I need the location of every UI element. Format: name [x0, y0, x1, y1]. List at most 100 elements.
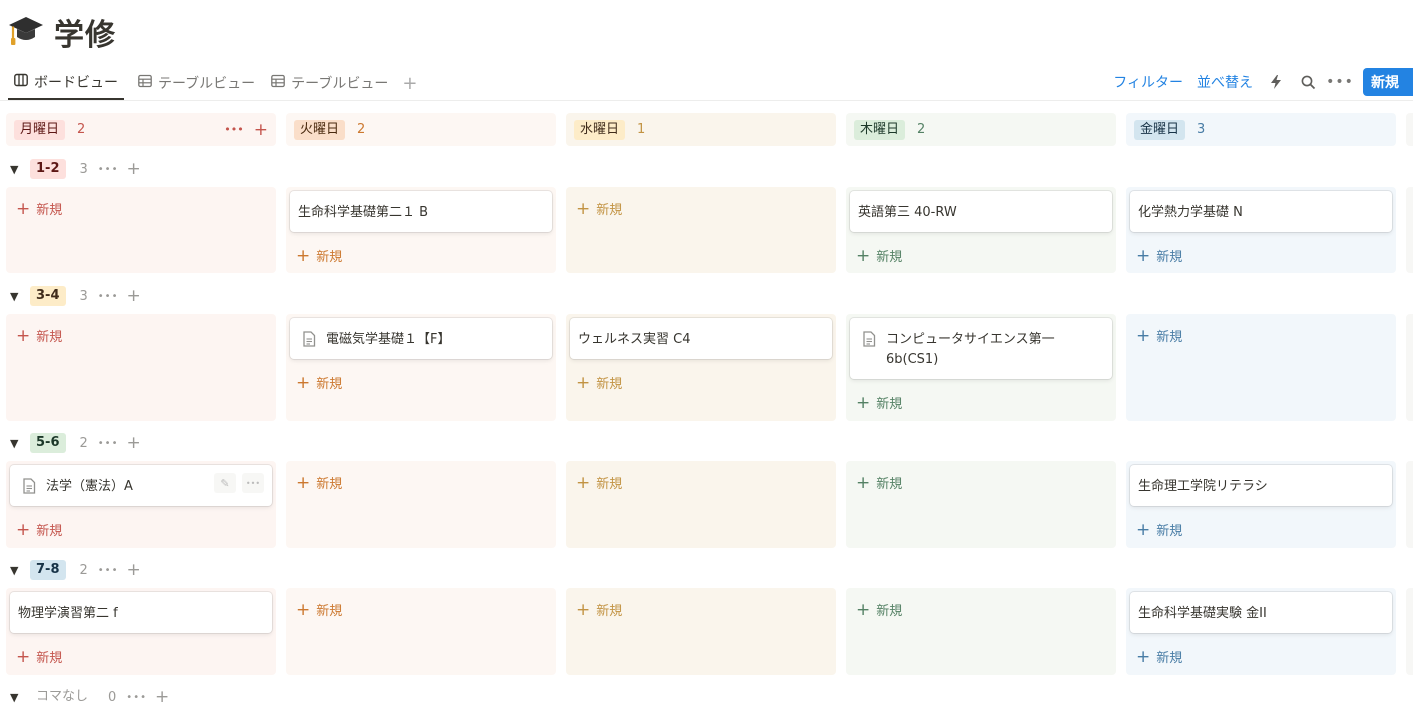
search-icon[interactable] — [1299, 73, 1317, 91]
add-card-button[interactable]: + 新規 — [856, 473, 902, 492]
caret-down-icon[interactable]: ▼ — [10, 163, 26, 176]
caret-down-icon[interactable]: ▼ — [10, 564, 26, 577]
plus-icon: + — [856, 392, 871, 413]
column-header[interactable]: 木曜日 2 — [846, 113, 1116, 146]
add-card-button[interactable]: + 新規 — [1136, 520, 1182, 539]
plus-icon[interactable]: + — [126, 159, 140, 179]
tab-table-view-2[interactable]: テーブルビュー — [265, 66, 394, 100]
more-icon[interactable]: ••• — [98, 438, 119, 449]
card[interactable]: 生命科学基礎第二１ B — [290, 191, 552, 232]
group-header-no-period[interactable]: ▼ コマなし 0 ••• + — [10, 684, 169, 710]
group-count: 2 — [79, 562, 88, 578]
group-header[interactable]: ▼ 5-6 2 ••• + — [10, 430, 141, 456]
plus-icon: + — [16, 646, 31, 667]
tab-label: テーブルビュー — [158, 76, 256, 92]
more-icon[interactable]: ••• — [242, 473, 264, 493]
tab-board-view[interactable]: ボードビュー — [8, 66, 124, 100]
plus-icon: + — [576, 472, 591, 493]
card-title: 法学（憲法）A — [46, 479, 133, 494]
more-icon[interactable]: ••• — [1326, 73, 1353, 91]
group-header[interactable]: ▼ 3-4 3 ••• + — [10, 283, 141, 309]
add-card-button[interactable]: + 新規 — [576, 199, 622, 218]
add-card-button[interactable]: + 新規 — [16, 647, 62, 666]
tab-table-view-1[interactable]: テーブルビュー — [132, 66, 261, 100]
card[interactable]: 法学（憲法）A ✎ ••• — [10, 465, 272, 506]
filter-button[interactable]: フィルター — [1113, 72, 1183, 92]
new-button[interactable]: 新規 — [1363, 68, 1413, 96]
plus-icon[interactable]: + — [126, 286, 140, 306]
add-card-button[interactable]: + 新規 — [16, 520, 62, 539]
add-card-button[interactable]: + 新規 — [16, 199, 62, 218]
add-card-button[interactable]: + 新規 — [16, 326, 62, 345]
more-icon[interactable]: ••• — [98, 291, 119, 302]
toolbar: フィルター 並べ替え ••• 新規 — [1113, 68, 1413, 96]
more-icon[interactable]: ••• — [126, 692, 147, 703]
board-cell: 生命科学基礎第二１ B + 新規 — [286, 187, 556, 273]
add-card-label: 新規 — [596, 604, 623, 619]
group-header[interactable]: ▼ 7-8 2 ••• + — [10, 557, 141, 583]
caret-down-icon[interactable]: ▼ — [10, 691, 26, 704]
card[interactable]: 化学熱力学基礎 N — [1130, 191, 1392, 232]
add-card-button[interactable]: + 新規 — [296, 473, 342, 492]
add-card-button[interactable]: + 新規 — [856, 246, 902, 265]
plus-icon[interactable]: + — [254, 120, 268, 140]
plus-icon[interactable]: + — [126, 560, 140, 580]
card-title: 生命科学基礎実験 金II — [1138, 606, 1267, 621]
add-card-button[interactable]: + 新規 — [296, 600, 342, 619]
column-header[interactable]: 月曜日 2 ••• + — [6, 113, 276, 146]
board-cell: + 新規 — [846, 588, 1116, 675]
more-icon[interactable]: ••• — [98, 164, 119, 175]
next-column-edge — [1406, 461, 1413, 548]
more-icon[interactable]: ••• — [224, 120, 243, 140]
card-title: 化学熱力学基礎 N — [1138, 205, 1243, 220]
column-header[interactable]: 火曜日 2 — [286, 113, 556, 146]
add-card-button[interactable]: + 新規 — [296, 373, 342, 392]
board-cell: + 新規 — [286, 461, 556, 548]
group-header[interactable]: ▼ 1-2 3 ••• + — [10, 156, 141, 182]
add-view-icon[interactable]: + — [394, 73, 425, 94]
add-card-button[interactable]: + 新規 — [856, 393, 902, 412]
card[interactable]: コンピュータサイエンス第一 6b(CS1) — [850, 318, 1112, 379]
caret-down-icon[interactable]: ▼ — [10, 437, 26, 450]
column-header[interactable]: 水曜日 1 — [566, 113, 836, 146]
group-tag: 5-6 — [30, 433, 66, 453]
card[interactable]: 生命理工学院リテラシ — [1130, 465, 1392, 506]
add-card-button[interactable]: + 新規 — [1136, 326, 1182, 345]
add-card-button[interactable]: + 新規 — [576, 600, 622, 619]
column-tag: 水曜日 — [574, 119, 626, 140]
more-icon[interactable]: ••• — [98, 565, 119, 576]
plus-icon[interactable]: + — [155, 687, 169, 707]
board-cell: コンピュータサイエンス第一 6b(CS1) + 新規 — [846, 314, 1116, 421]
card-title: 電磁気学基礎１【F】 — [326, 332, 451, 347]
card-title-line: 6b(CS1) — [886, 352, 939, 367]
plus-icon: + — [16, 519, 31, 540]
caret-down-icon[interactable]: ▼ — [10, 290, 26, 303]
card[interactable]: 英語第三 40-RW — [850, 191, 1112, 232]
add-card-button[interactable]: + 新規 — [296, 246, 342, 265]
add-card-button[interactable]: + 新規 — [1136, 246, 1182, 265]
view-tabs: ボードビュー テーブルビュー テーブルビュー + — [8, 66, 425, 100]
plus-icon: + — [576, 198, 591, 219]
board-cell: + 新規 — [1126, 314, 1396, 421]
sort-button[interactable]: 並べ替え — [1197, 72, 1253, 92]
card[interactable]: 電磁気学基礎１【F】 — [290, 318, 552, 359]
plus-icon: + — [296, 599, 311, 620]
edit-icon[interactable]: ✎ — [214, 473, 236, 493]
column-tag: 月曜日 — [14, 119, 66, 140]
add-card-button[interactable]: + 新規 — [856, 600, 902, 619]
group-tag: 7-8 — [30, 560, 66, 580]
column-count: 1 — [637, 122, 646, 137]
board-cell: 生命理工学院リテラシ + 新規 — [1126, 461, 1396, 548]
board-cell: + 新規 — [6, 314, 276, 421]
next-column-edge — [1406, 187, 1413, 273]
card[interactable]: 生命科学基礎実験 金II — [1130, 592, 1392, 633]
column-header[interactable]: 金曜日 3 — [1126, 113, 1396, 146]
plus-icon[interactable]: + — [126, 433, 140, 453]
add-card-button[interactable]: + 新規 — [576, 373, 622, 392]
lightning-icon[interactable] — [1267, 73, 1285, 91]
board-cell: + 新規 — [566, 461, 836, 548]
card[interactable]: ウェルネス実習 C4 — [570, 318, 832, 359]
add-card-button[interactable]: + 新規 — [1136, 647, 1182, 666]
card[interactable]: 物理学演習第二 f — [10, 592, 272, 633]
add-card-button[interactable]: + 新規 — [576, 473, 622, 492]
